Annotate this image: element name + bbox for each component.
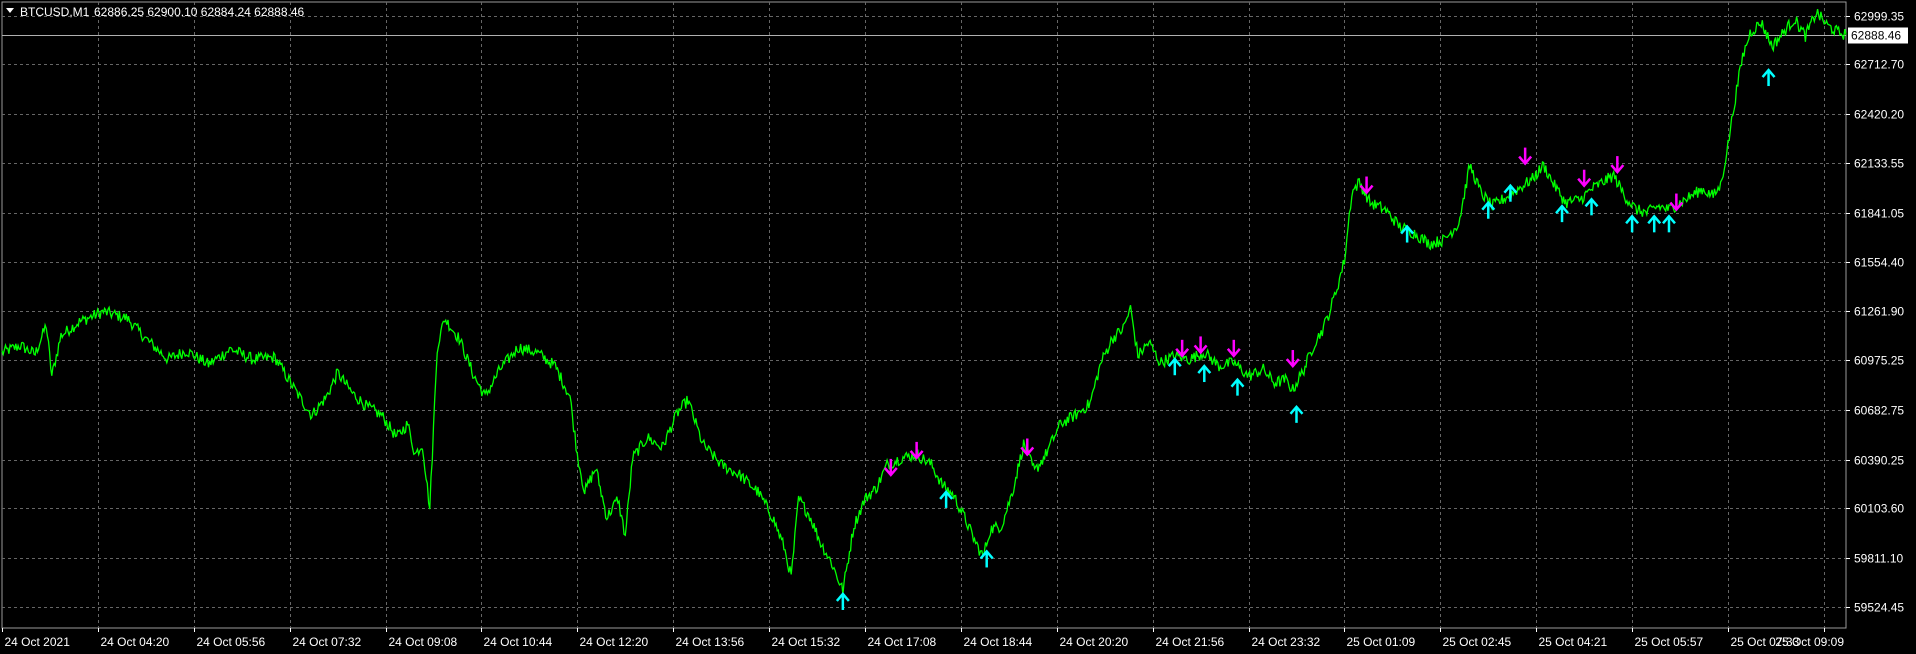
y-tick-label: 61554.40 xyxy=(1854,256,1904,270)
x-tick-label: 24 Oct 18:44 xyxy=(964,635,1033,649)
y-tick-label: 62712.70 xyxy=(1854,58,1904,72)
current-price-tag: 62888.46 xyxy=(1848,27,1908,44)
y-tick-label: 62999.35 xyxy=(1854,10,1904,24)
symbol-label: BTCUSD,M1 xyxy=(20,5,90,19)
x-tick-label: 24 Oct 07:32 xyxy=(293,635,362,649)
y-tick-label: 60390.25 xyxy=(1854,454,1904,468)
ohlc-values: 62886.25 62900.10 62884.24 62888.46 xyxy=(94,5,305,19)
x-tick-label: 24 Oct 10:44 xyxy=(484,635,553,649)
x-tick-label: 25 Oct 04:21 xyxy=(1539,635,1608,649)
chart-window[interactable]: 62999.35 62712.70 62420.20 62133.55 61841.05… xyxy=(0,0,1916,654)
x-tick-label: 24 Oct 17:08 xyxy=(868,635,937,649)
current-price-label: 62888.46 xyxy=(1851,29,1901,43)
x-tick-label: 24 Oct 12:20 xyxy=(580,635,649,649)
x-tick-label: 24 Oct 05:56 xyxy=(197,635,266,649)
price-chart[interactable]: 62999.35 62712.70 62420.20 62133.55 61841.05… xyxy=(0,0,1916,654)
y-tick-label: 59811.10 xyxy=(1854,552,1903,566)
chart-header[interactable]: BTCUSD,M1 62886.25 62900.10 62884.24 628… xyxy=(6,5,305,19)
y-tick-label: 62420.20 xyxy=(1854,108,1904,122)
x-tick-label: 25 Oct 05:57 xyxy=(1635,635,1704,649)
x-tick-label: 25 Oct 02:45 xyxy=(1443,635,1512,649)
y-tick-label: 61261.90 xyxy=(1854,305,1904,319)
chart-background xyxy=(0,0,1916,654)
y-tick-label: 60682.75 xyxy=(1854,404,1904,418)
x-tick-label: 25 Oct 01:09 xyxy=(1347,635,1416,649)
x-tick-label: 24 Oct 09:08 xyxy=(389,635,458,649)
x-tick-label: 24 Oct 15:32 xyxy=(772,635,841,649)
x-tick-label: 24 Oct 23:32 xyxy=(1252,635,1321,649)
x-tick-label: 24 Oct 21:56 xyxy=(1156,635,1225,649)
y-tick-label: 60103.60 xyxy=(1854,502,1904,516)
x-tick-label: 24 Oct 20:20 xyxy=(1060,635,1129,649)
x-tick-label: 25 Oct 09:09 xyxy=(1775,635,1844,649)
y-tick-label: 59524.45 xyxy=(1854,601,1904,615)
x-tick-label: 24 Oct 2021 xyxy=(5,635,71,649)
y-tick-label: 60975.25 xyxy=(1854,354,1904,368)
y-tick-label: 62133.55 xyxy=(1854,157,1904,171)
x-tick-label: 24 Oct 04:20 xyxy=(101,635,170,649)
y-tick-label: 61841.05 xyxy=(1854,207,1904,221)
x-tick-label: 24 Oct 13:56 xyxy=(676,635,745,649)
